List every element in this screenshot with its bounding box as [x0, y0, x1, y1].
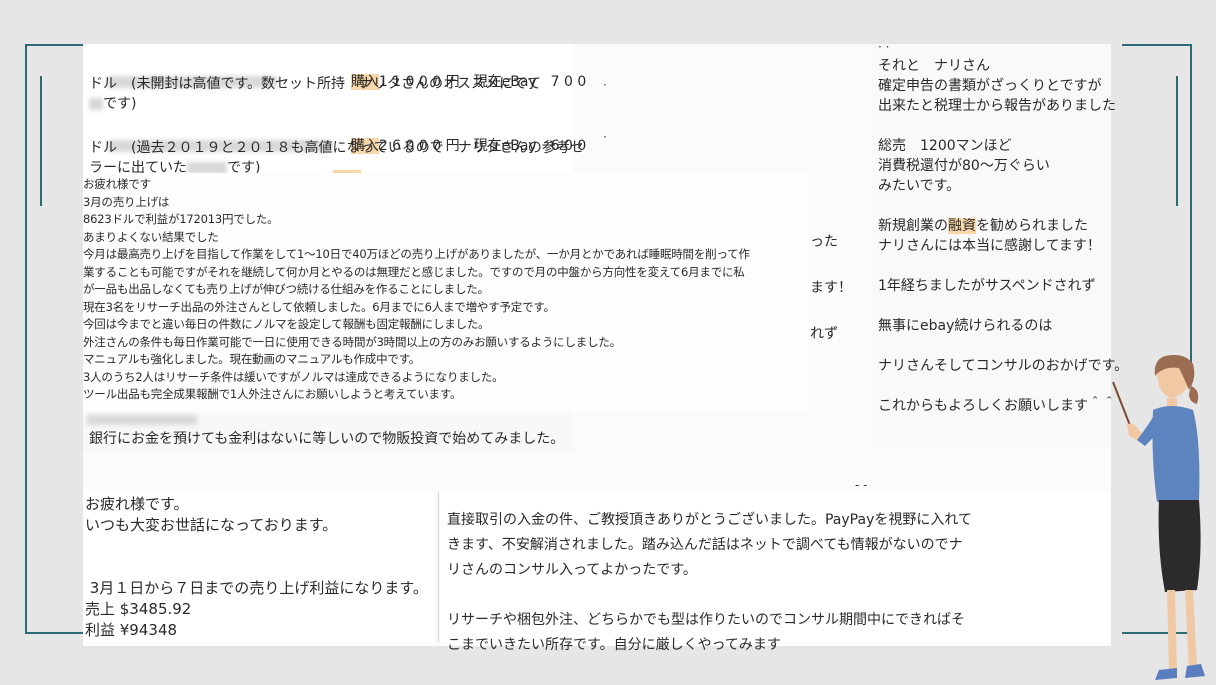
review-line: それと ナリさん [878, 58, 990, 74]
review-line: ツール出品も完全成果報酬で1人外注さんにお願いしようと考えています。 [83, 387, 462, 401]
review-line: お疲れ様です [83, 177, 151, 191]
review-line: です) [89, 94, 136, 114]
review-line [85, 536, 428, 557]
review-line: 3月１日から７日までの売り上げ利益になります。 [85, 579, 428, 597]
review-card-tax: · · それと ナリさん確定申告の書類がざっくりとですが 出来たと税理士から報告が… [872, 40, 1128, 446]
review-line: マニュアルも強化しました。現在動画のマニュアルも作成中です。 [83, 352, 421, 366]
review-line: 業することも可能ですがそれを継続して何か月とやるのは無理だと感じました。ですので… [83, 264, 745, 279]
peek-text: ます！ [810, 280, 852, 296]
review-line: 1年経ちましたがサスペンドされず [878, 278, 1096, 294]
review-line: 今回は今までと違い毎日の件数にノルマを設定して報酬も固定報酬にしました。 [83, 317, 490, 331]
review-line: あまりよくない結果でした [83, 229, 219, 244]
review-card-weekly-sales: お疲れ様です。いつも大変お世話になっております。 3月１日から７日までの売り上げ… [83, 490, 435, 646]
review-line: 総売 1200マンほど [878, 138, 1012, 154]
review-card-bank: 銀行にお金を預けても金利はないに等しいので物販投資で始めてみました。 [83, 412, 573, 452]
review-line: 出来たと税理士から報告がありました [878, 98, 1116, 114]
frame-top-left-v [25, 44, 27, 634]
review-line: 利益 ¥94348 [85, 621, 178, 639]
highlighted-word: 融資 [948, 218, 976, 234]
woman-pointing-icon [1112, 355, 1205, 680]
frame-bottom-left-h [25, 632, 85, 634]
frame-top-left-h [25, 44, 85, 46]
peek-text: った [810, 234, 838, 250]
frame-inner-left-v [40, 76, 42, 206]
review-line [878, 336, 1128, 356]
presenter-illustration [1105, 350, 1216, 685]
review-body: お疲れ様です 3月の売り上げは 8623ドルで利益が172013円でした。 あまりよく… [83, 176, 810, 404]
stray-mark: - - [855, 478, 868, 492]
review-line: みたいです。 [878, 178, 961, 194]
review-line: お疲れ様です。 [85, 495, 189, 513]
stray-mark: · [603, 78, 607, 92]
review-body: 直接取引の入金の件、ご教授頂きありがとうございました。PayPayを視野に入れて… [447, 510, 972, 660]
review-line: ナリさんには本当に感謝してます！ [878, 238, 1101, 254]
review-card-march-sales: お疲れ様です 3月の売り上げは 8623ドルで利益が172013円でした。 あまりよく… [83, 173, 810, 413]
frame-inner-right-v [1176, 76, 1178, 206]
review-line: これからもよろしくお願いします＾＾ [878, 398, 1116, 414]
review-line: きます、不安解消されました。踏み込んだ話はネットで調べても情報がないのでナ [447, 537, 963, 553]
review-line: リサーチや梱包外注、どちらかでも型は作りたいのでコンサル期間中にできればそ [447, 612, 965, 628]
review-body: それと ナリさん確定申告の書類がざっくりとですが 出来たと税理士から報告がありまし… [878, 56, 1128, 416]
review-line: リさんのコンサル入ってよかったです。 [447, 562, 697, 578]
review-line [447, 585, 972, 610]
review-line [878, 116, 1128, 136]
review-line [878, 196, 1128, 216]
review-line: 直接取引の入金の件、ご教授頂きありがとうございました。PayPayを視野に入れて [447, 512, 972, 528]
blurred-text [87, 415, 197, 425]
review-line: 銀行にお金を預けても金利はないに等しいので物販投資で始めてみました。 [89, 431, 565, 447]
stray-mark: · [603, 130, 607, 144]
blurred-text [89, 98, 103, 110]
stray-mark: · · [878, 40, 890, 54]
review-line: 新規創業の融資を勧められました [878, 216, 1128, 236]
review-line: 消費税還付が80〜万ぐらい [878, 158, 1050, 174]
review-line: 外注さんの条件も毎日作業可能で一日に使用できる時間が3時間以上の方のみお願いする… [83, 334, 621, 349]
review-line: いつも大変お世話になっております。 [85, 516, 338, 534]
review-line: が一品も出品しなくても売り上げが伸びつ続ける仕組みを作ることにしました。 [83, 282, 489, 296]
review-line [878, 296, 1128, 316]
peek-text: れず [810, 326, 838, 342]
divider [438, 492, 439, 642]
review-line [85, 557, 428, 578]
review-line: 現在3名をリサーチ出品の外注さんとして依頼しました。6月までに6人まで増やす予定… [83, 299, 555, 314]
review-card-consulting: 直接取引の入金の件、ご教授頂きありがとうございました。PayPayを視野に入れて… [440, 492, 1111, 653]
review-line: こまでいきたい所存です。自分に厳しくやってみます [447, 637, 781, 653]
review-text: を勧められました [976, 218, 1088, 234]
review-line: 3人のうち2人はリサーチ条件は緩いですがノルマは達成できるようになりました。 [83, 369, 504, 384]
review-line: 確定申告の書類がざっくりとですが [878, 78, 1102, 94]
review-line [878, 256, 1128, 276]
review-line [878, 376, 1128, 396]
review-text: 新規創業の [878, 218, 948, 234]
frame-top-right-v [1190, 44, 1192, 364]
review-line: 3月の売り上げは [83, 194, 170, 209]
frame-top-right-h [1122, 44, 1192, 46]
review-line: 売上 $3485.92 [85, 600, 192, 618]
review-body: お疲れ様です。いつも大変お世話になっております。 3月１日から７日までの売り上げ… [85, 494, 428, 641]
review-card-purchases: 購入1 1 0 0 0 円 現在eBay 7 0 0 ドル (未開封は高値です。… [83, 44, 586, 176]
review-line: ドル (過去２０１９と２０１８も高値になっているので ナリタさんの参考セ [89, 140, 584, 156]
review-line: ナリさんそしてコンサルのおかげです。 [878, 358, 1129, 374]
review-line: ドル (未開封は高値です。数セット所持 ナリタさんのオススメにでて [89, 76, 542, 92]
review-line: 今月は最高売り上げを目指して作業をして1〜10日で40万ほどの売り上げがありまし… [83, 247, 750, 261]
review-line: 無事にebay続けられるのは [878, 318, 1053, 334]
review-line: 8623ドルで利益が172013円でした。 [83, 212, 279, 226]
